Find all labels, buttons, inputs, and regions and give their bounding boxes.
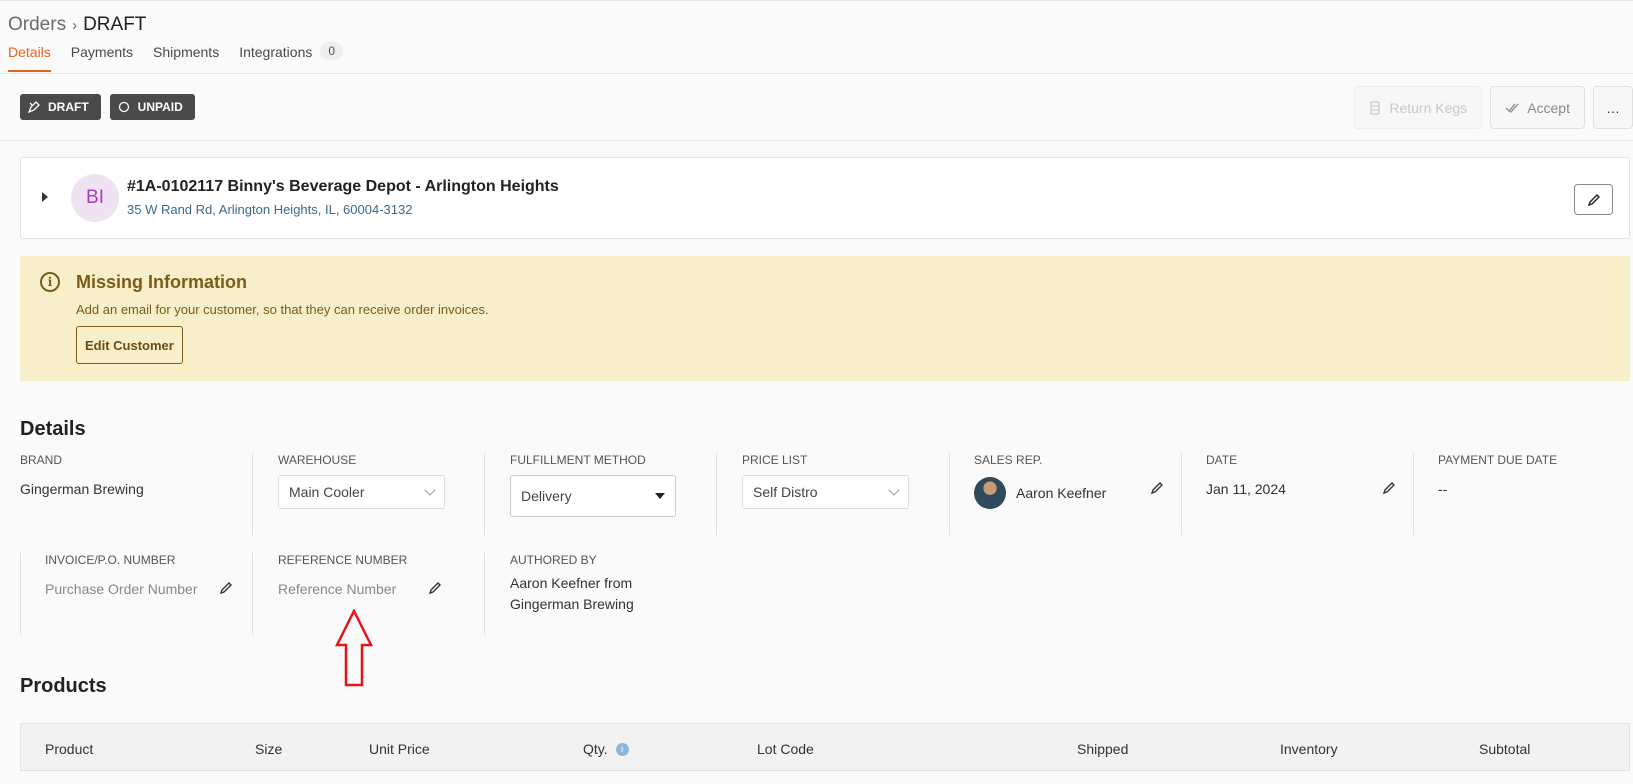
column-shipped[interactable]: Shipped <box>1077 741 1128 757</box>
button-label: Return Kegs <box>1389 99 1468 116</box>
tab-shipments[interactable]: Shipments <box>153 44 219 72</box>
column-size[interactable]: Size <box>255 741 282 757</box>
authored-value: Aaron Keefner from Gingerman Brewing <box>510 573 716 615</box>
up-arrow-annotation-icon <box>335 609 373 687</box>
pencil-ruler-icon <box>28 101 40 113</box>
pencil-icon <box>1587 193 1600 206</box>
field-label: PRICE LIST <box>742 453 808 467</box>
expand-caret-icon[interactable] <box>42 192 48 202</box>
alert-title: Missing Information <box>76 272 247 292</box>
status-label: UNPAID <box>137 100 183 114</box>
field-label: INVOICE/P.O. NUMBER <box>45 553 176 567</box>
field-label: SALES REP. <box>974 453 1043 467</box>
brand-value: Gingerman Brewing <box>20 481 144 497</box>
column-product[interactable]: Product <box>45 741 93 757</box>
pencil-icon[interactable] <box>1382 481 1396 495</box>
brand-field: BRAND Gingerman Brewing <box>20 453 252 535</box>
missing-info-alert: i Missing Information Add an email for y… <box>20 256 1630 381</box>
field-label: DATE <box>1206 453 1238 467</box>
edit-customer-button[interactable]: Edit Customer <box>76 326 183 364</box>
edit-customer-card-button[interactable] <box>1574 184 1613 215</box>
customer-address[interactable]: 35 W Rand Rd, Arlington Heights, IL, 600… <box>127 202 412 217</box>
products-table-header: Product Size Unit Price Qty. i Lot Code … <box>20 723 1630 771</box>
top-border <box>0 0 1633 2</box>
details-heading: Details <box>20 418 86 440</box>
select-value: Delivery <box>521 488 572 504</box>
pencil-icon[interactable] <box>219 581 233 595</box>
status-badge-unpaid: UNPAID <box>109 94 195 120</box>
column-inventory[interactable]: Inventory <box>1280 741 1338 757</box>
tab-integrations[interactable]: Integrations 0 <box>239 42 344 72</box>
tab-label: Details <box>8 44 51 60</box>
authored-field: AUTHORED BY Aaron Keefner from Gingerman… <box>484 553 716 635</box>
breadcrumb-orders-link[interactable]: Orders <box>8 14 66 36</box>
double-check-icon <box>1505 103 1519 113</box>
status-badges: DRAFT UNPAID <box>20 94 195 120</box>
pencil-icon[interactable] <box>428 581 442 595</box>
price-list-field: PRICE LIST Self Distro <box>716 453 949 535</box>
field-label: WAREHOUSE <box>278 453 357 467</box>
breadcrumb: Orders › DRAFT <box>8 14 146 36</box>
products-heading: Products <box>20 675 107 697</box>
return-kegs-button[interactable]: Return Kegs <box>1354 86 1483 129</box>
customer-avatar: BI <box>71 174 119 222</box>
column-lot-code[interactable]: Lot Code <box>757 741 814 757</box>
sales-rep-field: SALES REP. Aaron Keefner <box>949 453 1181 535</box>
dropdown-triangle-icon <box>655 493 665 499</box>
field-label: REFERENCE NUMBER <box>278 553 408 567</box>
tab-label: Shipments <box>153 44 220 60</box>
chevron-down-icon <box>424 484 436 496</box>
field-label: BRAND <box>20 453 63 467</box>
tab-label: Payments <box>70 44 134 60</box>
pencil-icon[interactable] <box>1150 481 1164 495</box>
customer-card: BI #1A-0102117 Binny's Beverage Depot - … <box>20 157 1630 239</box>
accept-button[interactable]: Accept <box>1490 86 1585 129</box>
authored-line: Gingerman Brewing <box>510 596 634 612</box>
customer-name: #1A-0102117 Binny's Beverage Depot - Arl… <box>127 178 559 195</box>
alert-message: Add an email for your customer, so that … <box>76 302 489 317</box>
keg-icon <box>1370 100 1381 115</box>
more-options-button[interactable]: … <box>1593 86 1633 129</box>
chevron-right-icon: › <box>72 16 78 34</box>
authored-line: Aaron Keefner from <box>510 575 633 591</box>
invoice-field: INVOICE/P.O. NUMBER Purchase Order Numbe… <box>20 553 252 635</box>
avatar <box>974 477 1006 509</box>
info-icon: i <box>40 272 60 292</box>
sales-rep-name: Aaron Keefner <box>1016 485 1107 501</box>
field-label: AUTHORED BY <box>510 553 597 567</box>
count-badge: 0 <box>320 42 344 60</box>
button-label: Accept <box>1527 99 1570 116</box>
tab-payments[interactable]: Payments <box>71 44 133 72</box>
field-label: FULFILLMENT METHOD <box>510 453 646 467</box>
chevron-down-icon <box>888 484 900 496</box>
page-title: DRAFT <box>83 14 147 35</box>
warehouse-field: WAREHOUSE Main Cooler <box>252 453 484 535</box>
column-label: Qty. <box>583 741 608 757</box>
divider <box>0 140 1633 141</box>
fulfillment-select[interactable]: Delivery <box>510 475 676 517</box>
ellipsis-icon: … <box>1606 99 1620 116</box>
column-unit-price[interactable]: Unit Price <box>369 741 430 757</box>
select-value: Self Distro <box>753 484 818 500</box>
price-list-select[interactable]: Self Distro <box>742 475 909 509</box>
column-subtotal[interactable]: Subtotal <box>1479 741 1530 757</box>
info-icon[interactable]: i <box>615 742 629 756</box>
select-value: Main Cooler <box>289 484 365 500</box>
status-label: DRAFT <box>48 100 89 114</box>
tab-details[interactable]: Details <box>8 44 51 72</box>
status-badge-draft: DRAFT <box>20 94 101 120</box>
fulfillment-field: FULFILLMENT METHOD Delivery <box>484 453 716 535</box>
column-qty[interactable]: Qty. i <box>583 741 629 757</box>
tab-bar: Details Payments Shipments Integrations … <box>8 42 344 72</box>
action-toolbar: Return Kegs Accept … <box>1354 86 1633 129</box>
payment-due-value: -- <box>1438 481 1448 497</box>
tab-label: Integrations <box>239 44 313 60</box>
payment-due-field: PAYMENT DUE DATE -- <box>1413 453 1630 535</box>
circle-icon <box>118 101 129 113</box>
divider <box>0 73 1633 74</box>
field-label: PAYMENT DUE DATE <box>1438 453 1558 467</box>
reference-input[interactable]: Reference Number <box>278 581 484 597</box>
warehouse-select[interactable]: Main Cooler <box>278 475 445 509</box>
date-field: DATE Jan 11, 2024 <box>1181 453 1413 535</box>
